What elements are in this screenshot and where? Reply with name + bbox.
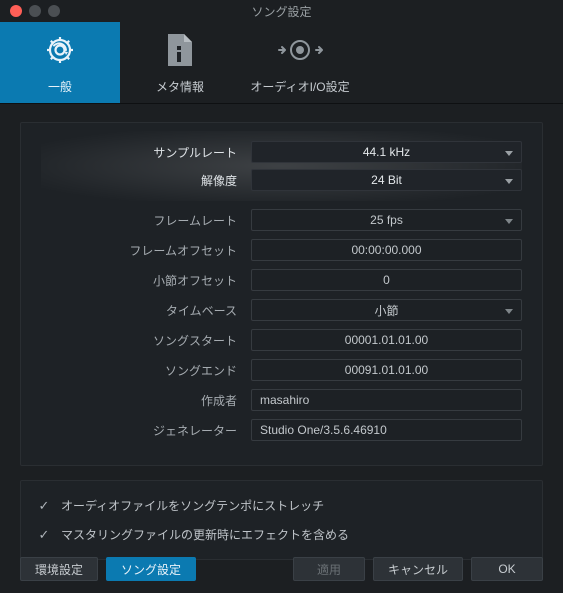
row-generator: ジェネレーター Studio One/3.5.6.46910 [41, 419, 522, 441]
highlight-region: サンプルレート 44.1 kHz 解像度 24 Bit [41, 131, 522, 201]
info-file-icon [165, 30, 195, 70]
apply-button[interactable]: 適用 [293, 557, 365, 581]
content: サンプルレート 44.1 kHz 解像度 24 Bit [0, 104, 563, 572]
tab-label: 一般 [48, 78, 72, 95]
close-icon[interactable] [10, 5, 22, 17]
checkbox-label: オーディオファイルをソングテンポにストレッチ [61, 497, 324, 514]
tab-label: オーディオI/O設定 [250, 78, 349, 95]
label-frame-rate: フレームレート [41, 212, 251, 229]
select-resolution[interactable]: 24 Bit [251, 169, 522, 191]
value: 00001.01.01.00 [345, 333, 428, 347]
label-timebase: タイムベース [41, 302, 251, 319]
input-frame-offset[interactable]: 00:00:00.000 [251, 239, 522, 261]
input-song-start[interactable]: 00001.01.01.00 [251, 329, 522, 351]
value: 24 Bit [371, 173, 402, 187]
label-generator: ジェネレーター [41, 422, 251, 439]
checkmark-icon: ✓ [37, 528, 51, 542]
label-song-end: ソングエンド [41, 362, 251, 379]
chevron-down-icon [505, 213, 513, 227]
label-resolution: 解像度 [41, 172, 251, 189]
input-generator[interactable]: Studio One/3.5.6.46910 [251, 419, 522, 441]
checkbox-stretch-audio[interactable]: ✓ オーディオファイルをソングテンポにストレッチ [35, 491, 528, 520]
label-bar-offset: 小節オフセット [41, 272, 251, 289]
value: 25 fps [370, 213, 403, 227]
value: masahiro [260, 393, 309, 407]
row-frame-rate: フレームレート 25 fps [41, 209, 522, 231]
value: 00:00:00.000 [351, 243, 421, 257]
titlebar: ソング設定 [0, 0, 563, 22]
footer: 環境設定 ソング設定 適用 キャンセル OK [0, 557, 563, 581]
select-sample-rate[interactable]: 44.1 kHz [251, 141, 522, 163]
checkbox-label: マスタリングファイルの更新時にエフェクトを含める [61, 526, 349, 543]
checkbox-master-fx[interactable]: ✓ マスタリングファイルの更新時にエフェクトを含める [35, 520, 528, 549]
value: 44.1 kHz [363, 145, 410, 159]
settings-panel: サンプルレート 44.1 kHz 解像度 24 Bit [20, 122, 543, 466]
label-frame-offset: フレームオフセット [41, 242, 251, 259]
row-song-start: ソングスタート 00001.01.01.00 [41, 329, 522, 351]
label-song-start: ソングスタート [41, 332, 251, 349]
tab-label: メタ情報 [156, 78, 204, 95]
tab-general[interactable]: 一般 [0, 22, 120, 103]
chevron-down-icon [505, 145, 513, 159]
value: 小節 [374, 302, 398, 319]
tab-audio-io[interactable]: オーディオI/O設定 [240, 22, 360, 103]
input-bar-offset[interactable]: 0 [251, 269, 522, 291]
value: 0 [383, 273, 390, 287]
value: 00091.01.01.00 [345, 363, 428, 377]
select-timebase[interactable]: 小節 [251, 299, 522, 321]
ok-button[interactable]: OK [471, 557, 543, 581]
label-sample-rate: サンプルレート [41, 144, 251, 161]
zoom-icon[interactable] [48, 5, 60, 17]
row-song-end: ソングエンド 00091.01.01.00 [41, 359, 522, 381]
gear-icon [41, 30, 79, 70]
window-title: ソング設定 [0, 3, 563, 20]
row-bar-offset: 小節オフセット 0 [41, 269, 522, 291]
select-frame-rate[interactable]: 25 fps [251, 209, 522, 231]
env-settings-button[interactable]: 環境設定 [20, 557, 98, 581]
row-author: 作成者 masahiro [41, 389, 522, 411]
chevron-down-icon [505, 303, 513, 317]
input-author[interactable]: masahiro [251, 389, 522, 411]
row-timebase: タイムベース 小節 [41, 299, 522, 321]
window-controls [0, 5, 60, 17]
tab-meta[interactable]: メタ情報 [120, 22, 240, 103]
song-settings-button[interactable]: ソング設定 [106, 557, 196, 581]
minimize-icon[interactable] [29, 5, 41, 17]
chevron-down-icon [505, 173, 513, 187]
row-frame-offset: フレームオフセット 00:00:00.000 [41, 239, 522, 261]
audio-io-icon [275, 30, 325, 70]
input-song-end[interactable]: 00091.01.01.00 [251, 359, 522, 381]
row-sample-rate: サンプルレート 44.1 kHz [41, 141, 522, 163]
checkmark-icon: ✓ [37, 499, 51, 513]
options-panel: ✓ オーディオファイルをソングテンポにストレッチ ✓ マスタリングファイルの更新… [20, 480, 543, 560]
row-resolution: 解像度 24 Bit [41, 169, 522, 191]
label-author: 作成者 [41, 392, 251, 409]
tab-bar: 一般 メタ情報 オーディオI/O設定 [0, 22, 563, 104]
value: Studio One/3.5.6.46910 [260, 423, 387, 437]
cancel-button[interactable]: キャンセル [373, 557, 463, 581]
